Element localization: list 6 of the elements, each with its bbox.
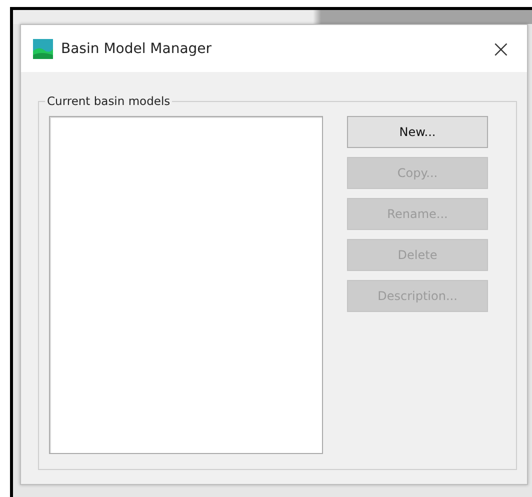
models-list[interactable] xyxy=(49,116,323,454)
window-title: Basin Model Manager xyxy=(61,40,213,56)
dialog-button[interactable]: New... xyxy=(347,116,488,148)
close-button[interactable]: × xyxy=(486,34,515,62)
landscape-icon xyxy=(33,38,53,58)
group-label: Current basin models xyxy=(46,94,172,108)
